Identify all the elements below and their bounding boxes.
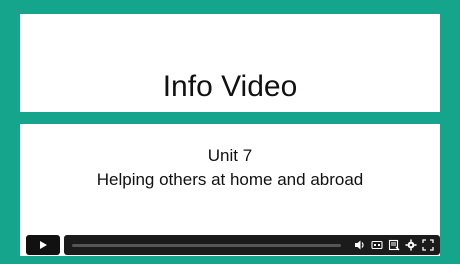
transcript-icon [388,239,399,251]
player-controls [26,234,440,256]
play-button[interactable] [26,235,60,255]
play-icon [40,241,47,249]
video-subtitle: Helping others at home and abroad [96,170,364,189]
video-title: Info Video [162,70,298,103]
progress-bar[interactable] [72,243,341,247]
title-panel: Info Video [20,14,440,112]
volume-button[interactable] [353,239,366,252]
transcript-button[interactable] [387,239,400,252]
settings-icon [405,239,416,251]
fullscreen-button[interactable] [421,239,434,252]
video-frame: Info Video Unit 7 Helping others at home… [0,0,460,264]
captions-button[interactable] [370,239,383,252]
settings-button[interactable] [404,239,417,252]
fullscreen-icon [421,239,434,251]
volume-icon [354,240,364,250]
controls-strip [64,235,440,255]
unit-label: Unit 7 [207,146,253,165]
captions-icon [370,240,383,250]
